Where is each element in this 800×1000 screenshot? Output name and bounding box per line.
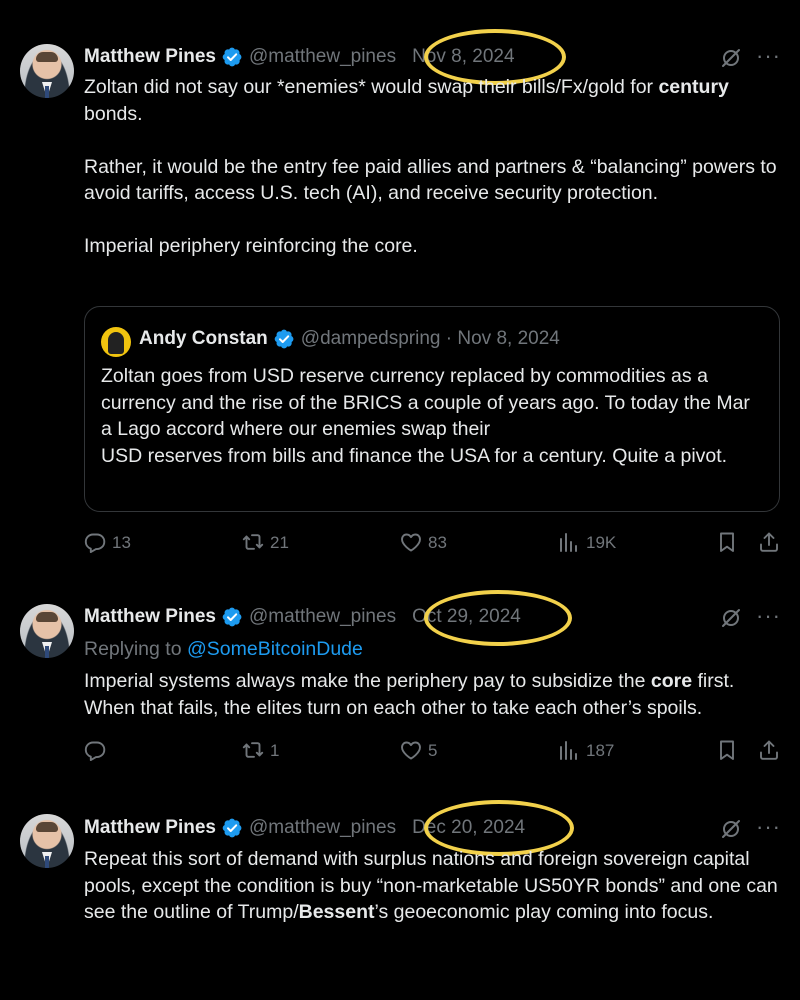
avatar[interactable] — [20, 604, 74, 658]
replying-to-label: Replying to — [84, 638, 187, 660]
repost-icon — [242, 531, 264, 553]
verified-badge-icon — [221, 817, 243, 839]
grok-icon[interactable] — [720, 818, 742, 840]
replying-to-link[interactable]: @SomeBitcoinDude — [187, 638, 363, 660]
like-icon — [400, 531, 422, 553]
reply-icon — [84, 739, 106, 761]
repost-count: 1 — [270, 741, 280, 760]
repost-button[interactable]: 1 — [242, 739, 279, 761]
verified-badge-icon — [273, 328, 295, 350]
author-handle[interactable]: @matthew_pines — [249, 606, 396, 628]
views-icon — [558, 531, 580, 553]
more-icon[interactable]: ··· — [756, 605, 780, 627]
views-count: 19K — [586, 533, 617, 552]
more-icon[interactable]: ··· — [756, 45, 780, 67]
text-run: bonds. — [84, 102, 143, 125]
quoted-avatar — [101, 327, 131, 357]
grok-icon[interactable] — [720, 607, 742, 629]
paragraph: Repeat this sort of demand with surplus … — [84, 846, 784, 926]
quoted-line: Zoltan goes from USD reserve currency re… — [101, 365, 750, 440]
quoted-line: USD reserves from bills and finance the … — [101, 444, 728, 467]
quoted-author-name: Andy Constan — [139, 328, 268, 349]
author-name[interactable]: Matthew Pines — [84, 606, 216, 628]
author-name[interactable]: Matthew Pines — [84, 46, 216, 68]
bold-text: century — [658, 76, 729, 98]
quoted-author-handle: @dampedspring — [300, 328, 441, 349]
author-name[interactable]: Matthew Pines — [84, 817, 216, 839]
action-bar: 1 5 187 — [84, 739, 784, 765]
views-icon — [558, 739, 580, 761]
text-run: Zoltan did not say our *enemies* would s… — [84, 76, 659, 98]
like-icon — [400, 739, 422, 761]
verified-badge-icon — [221, 46, 243, 68]
views-button[interactable]: 187 — [558, 739, 614, 761]
paragraph: Rather, it would be the entry fee paid a… — [84, 154, 784, 207]
quoted-tweet[interactable]: Andy Constan @dampedspring · Nov 8, 2024… — [84, 306, 780, 512]
quoted-date: Nov 8, 2024 — [457, 328, 560, 349]
share-icon[interactable] — [758, 531, 780, 553]
avatar[interactable] — [20, 814, 74, 868]
bold-text: Bessent — [298, 901, 375, 923]
paragraph: Zoltan did not say our *enemies* would s… — [84, 74, 784, 127]
repost-button[interactable]: 21 — [242, 531, 289, 553]
tweet-1[interactable]: Matthew Pines @matthew_pines Nov 8, 2024… — [0, 0, 800, 580]
bookmark-icon[interactable] — [716, 531, 738, 553]
bookmark-icon[interactable] — [716, 739, 738, 761]
grok-icon[interactable] — [720, 47, 742, 69]
repost-icon — [242, 739, 264, 761]
paragraph: Imperial periphery reinforcing the core. — [84, 233, 784, 260]
reply-count: 13 — [112, 533, 131, 552]
author-handle[interactable]: @matthew_pines — [249, 817, 396, 839]
more-icon[interactable]: ··· — [756, 816, 780, 838]
date-highlight-circle — [424, 590, 572, 646]
text-run: Rather, it would be the entry fee paid a… — [84, 155, 777, 205]
verified-badge-icon — [221, 606, 243, 628]
views-button[interactable]: 19K — [558, 531, 616, 553]
like-button[interactable]: 5 — [400, 739, 437, 761]
like-button[interactable]: 83 — [400, 531, 447, 553]
reply-icon — [84, 531, 106, 553]
paragraph: Imperial systems always make the periphe… — [84, 668, 784, 721]
separator-dot: · — [440, 328, 458, 349]
avatar[interactable] — [20, 44, 74, 98]
bold-text: core — [650, 670, 693, 692]
reply-button[interactable] — [84, 739, 112, 761]
replying-to: Replying to @SomeBitcoinDude — [84, 638, 363, 661]
share-icon[interactable] — [758, 739, 780, 761]
text-run: ’s geoeconomic play coming into focus. — [374, 901, 714, 923]
tweet-2[interactable]: Matthew Pines @matthew_pines Oct 29, 202… — [0, 580, 800, 790]
repost-count: 21 — [270, 533, 289, 552]
reply-button[interactable]: 13 — [84, 531, 131, 553]
action-bar: 13 21 83 19K — [84, 531, 784, 557]
tweet-3[interactable]: Matthew Pines @matthew_pines Dec 20, 202… — [0, 790, 800, 1000]
like-count: 5 — [428, 741, 438, 760]
views-count: 187 — [586, 741, 615, 760]
text-run: Imperial periphery reinforcing the core. — [84, 235, 418, 257]
text-run: Imperial systems always make the periphe… — [84, 670, 651, 692]
like-count: 83 — [428, 533, 447, 552]
tweet-text: Imperial systems always make the periphe… — [84, 668, 784, 721]
tweet-text: Repeat this sort of demand with surplus … — [84, 846, 784, 926]
author-handle[interactable]: @matthew_pines — [249, 46, 396, 68]
quoted-text: Zoltan goes from USD reserve currency re… — [101, 363, 766, 469]
tweet-text: Zoltan did not say our *enemies* would s… — [84, 74, 784, 260]
